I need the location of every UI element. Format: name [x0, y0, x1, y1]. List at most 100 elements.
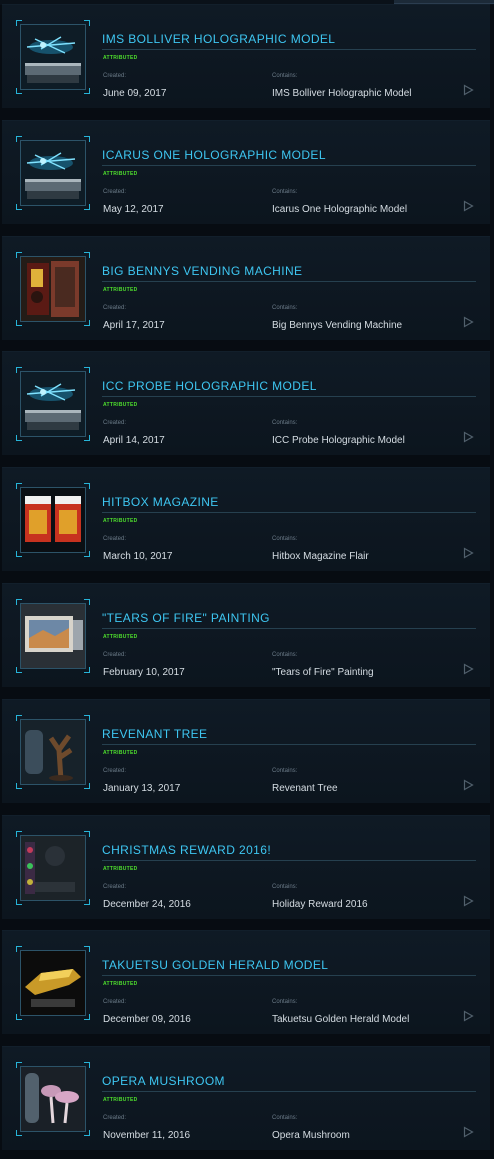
created-date: June 09, 2017 — [103, 88, 167, 99]
created-label: Created: — [103, 189, 127, 195]
item-title: "TEARS OF FIRE" PAINTING — [102, 611, 270, 625]
contains-value: IMS Bolliver Holographic Model — [272, 88, 412, 99]
item-thumbnail[interactable] — [16, 20, 90, 94]
contains-value: Takuetsu Golden Herald Model — [272, 1014, 410, 1025]
item-title: BIG BENNYS VENDING MACHINE — [102, 264, 303, 278]
title-divider — [102, 1091, 476, 1092]
expand-arrow-icon[interactable] — [463, 431, 474, 443]
item-thumbnail[interactable] — [16, 946, 90, 1020]
attributed-badge: ATTRIBUTED — [103, 287, 138, 293]
pledge-item-card-10: OPERA MUSHROOM ATTRIBUTED Created: Novem… — [2, 1046, 490, 1150]
expand-arrow-icon[interactable] — [463, 895, 474, 907]
expand-arrow-icon[interactable] — [463, 200, 474, 212]
contains-label: Contains: — [272, 884, 298, 890]
item-thumbnail[interactable] — [16, 715, 90, 789]
contains-value: Icarus One Holographic Model — [272, 204, 408, 215]
thumbnail-frame — [20, 140, 86, 206]
pledge-item-card-5: HITBOX MAGAZINE ATTRIBUTED Created: Marc… — [2, 467, 490, 571]
thumbnail-frame — [20, 371, 86, 437]
created-label: Created: — [103, 536, 127, 542]
title-divider — [102, 512, 476, 513]
created-label: Created: — [103, 1115, 127, 1121]
expand-arrow-icon[interactable] — [463, 1126, 474, 1138]
item-thumbnail[interactable] — [16, 599, 90, 673]
created-date: December 24, 2016 — [103, 899, 191, 910]
title-divider — [102, 975, 476, 976]
item-thumbnail[interactable] — [16, 136, 90, 210]
attributed-badge: ATTRIBUTED — [103, 981, 138, 987]
contains-value: Holiday Reward 2016 — [272, 899, 368, 910]
attributed-badge: ATTRIBUTED — [103, 1097, 138, 1103]
title-divider — [102, 49, 476, 50]
pledge-item-card-9: TAKUETSU GOLDEN HERALD MODEL ATTRIBUTED … — [2, 930, 490, 1034]
pledge-item-card-1: IMS BOLLIVER HOLOGRAPHIC MODEL ATTRIBUTE… — [2, 4, 490, 108]
item-title: HITBOX MAGAZINE — [102, 495, 219, 509]
created-date: April 17, 2017 — [103, 320, 165, 331]
created-label: Created: — [103, 999, 127, 1005]
attributed-badge: ATTRIBUTED — [103, 518, 138, 524]
contains-value: Hitbox Magazine Flair — [272, 551, 369, 562]
title-divider — [102, 396, 476, 397]
expand-arrow-icon[interactable] — [463, 779, 474, 791]
attributed-badge: ATTRIBUTED — [103, 750, 138, 756]
expand-arrow-icon[interactable] — [463, 84, 474, 96]
created-date: February 10, 2017 — [103, 667, 185, 678]
expand-arrow-icon[interactable] — [463, 316, 474, 328]
item-title: ICARUS ONE HOLOGRAPHIC MODEL — [102, 148, 326, 162]
item-title: TAKUETSU GOLDEN HERALD MODEL — [102, 958, 329, 972]
contains-label: Contains: — [272, 999, 298, 1005]
expand-arrow-icon[interactable] — [463, 1010, 474, 1022]
item-title: ICC PROBE HOLOGRAPHIC MODEL — [102, 379, 317, 393]
pledge-item-card-6: "TEARS OF FIRE" PAINTING ATTRIBUTED Crea… — [2, 583, 490, 687]
created-date: April 14, 2017 — [103, 435, 165, 446]
pledge-item-card-7: REVENANT TREE ATTRIBUTED Created: Januar… — [2, 699, 490, 803]
attributed-badge: ATTRIBUTED — [103, 866, 138, 872]
thumbnail-frame — [20, 256, 86, 322]
attributed-badge: ATTRIBUTED — [103, 55, 138, 61]
thumbnail-frame — [20, 487, 86, 553]
item-thumbnail[interactable] — [16, 367, 90, 441]
holographic-model-icon — [21, 25, 85, 89]
magazine-icon — [21, 488, 85, 552]
contains-label: Contains: — [272, 1115, 298, 1121]
pledge-item-card-3: BIG BENNYS VENDING MACHINE ATTRIBUTED Cr… — [2, 236, 490, 340]
thumbnail-frame — [20, 24, 86, 90]
expand-arrow-icon[interactable] — [463, 663, 474, 675]
title-divider — [102, 860, 476, 861]
expand-arrow-icon[interactable] — [463, 547, 474, 559]
christmas-reward-icon — [21, 836, 85, 900]
contains-value: "Tears of Fire" Painting — [272, 667, 374, 678]
contains-value: Revenant Tree — [272, 783, 338, 794]
item-title: IMS BOLLIVER HOLOGRAPHIC MODEL — [102, 32, 336, 46]
pledge-item-card-8: CHRISTMAS REWARD 2016! ATTRIBUTED Create… — [2, 815, 490, 919]
thumbnail-frame — [20, 603, 86, 669]
title-divider — [102, 744, 476, 745]
contains-label: Contains: — [272, 189, 298, 195]
created-label: Created: — [103, 305, 127, 311]
contains-label: Contains: — [272, 73, 298, 79]
created-date: December 09, 2016 — [103, 1014, 191, 1025]
created-date: May 12, 2017 — [103, 204, 164, 215]
contains-label: Contains: — [272, 652, 298, 658]
created-label: Created: — [103, 73, 127, 79]
holographic-model-icon — [21, 141, 85, 205]
mushroom-icon — [21, 1067, 85, 1131]
created-date: November 11, 2016 — [103, 1130, 191, 1141]
contains-value: Opera Mushroom — [272, 1130, 350, 1141]
item-thumbnail[interactable] — [16, 1062, 90, 1136]
thumbnail-frame — [20, 835, 86, 901]
title-divider — [102, 281, 476, 282]
painting-icon — [21, 604, 85, 668]
contains-label: Contains: — [272, 305, 298, 311]
attributed-badge: ATTRIBUTED — [103, 634, 138, 640]
item-thumbnail[interactable] — [16, 252, 90, 326]
pledge-item-card-2: ICARUS ONE HOLOGRAPHIC MODEL ATTRIBUTED … — [2, 120, 490, 224]
attributed-badge: ATTRIBUTED — [103, 171, 138, 177]
thumbnail-frame — [20, 950, 86, 1016]
created-label: Created: — [103, 768, 127, 774]
vending-machine-icon — [21, 257, 85, 321]
item-thumbnail[interactable] — [16, 483, 90, 557]
item-title: CHRISTMAS REWARD 2016! — [102, 843, 272, 857]
created-label: Created: — [103, 420, 127, 426]
item-thumbnail[interactable] — [16, 831, 90, 905]
